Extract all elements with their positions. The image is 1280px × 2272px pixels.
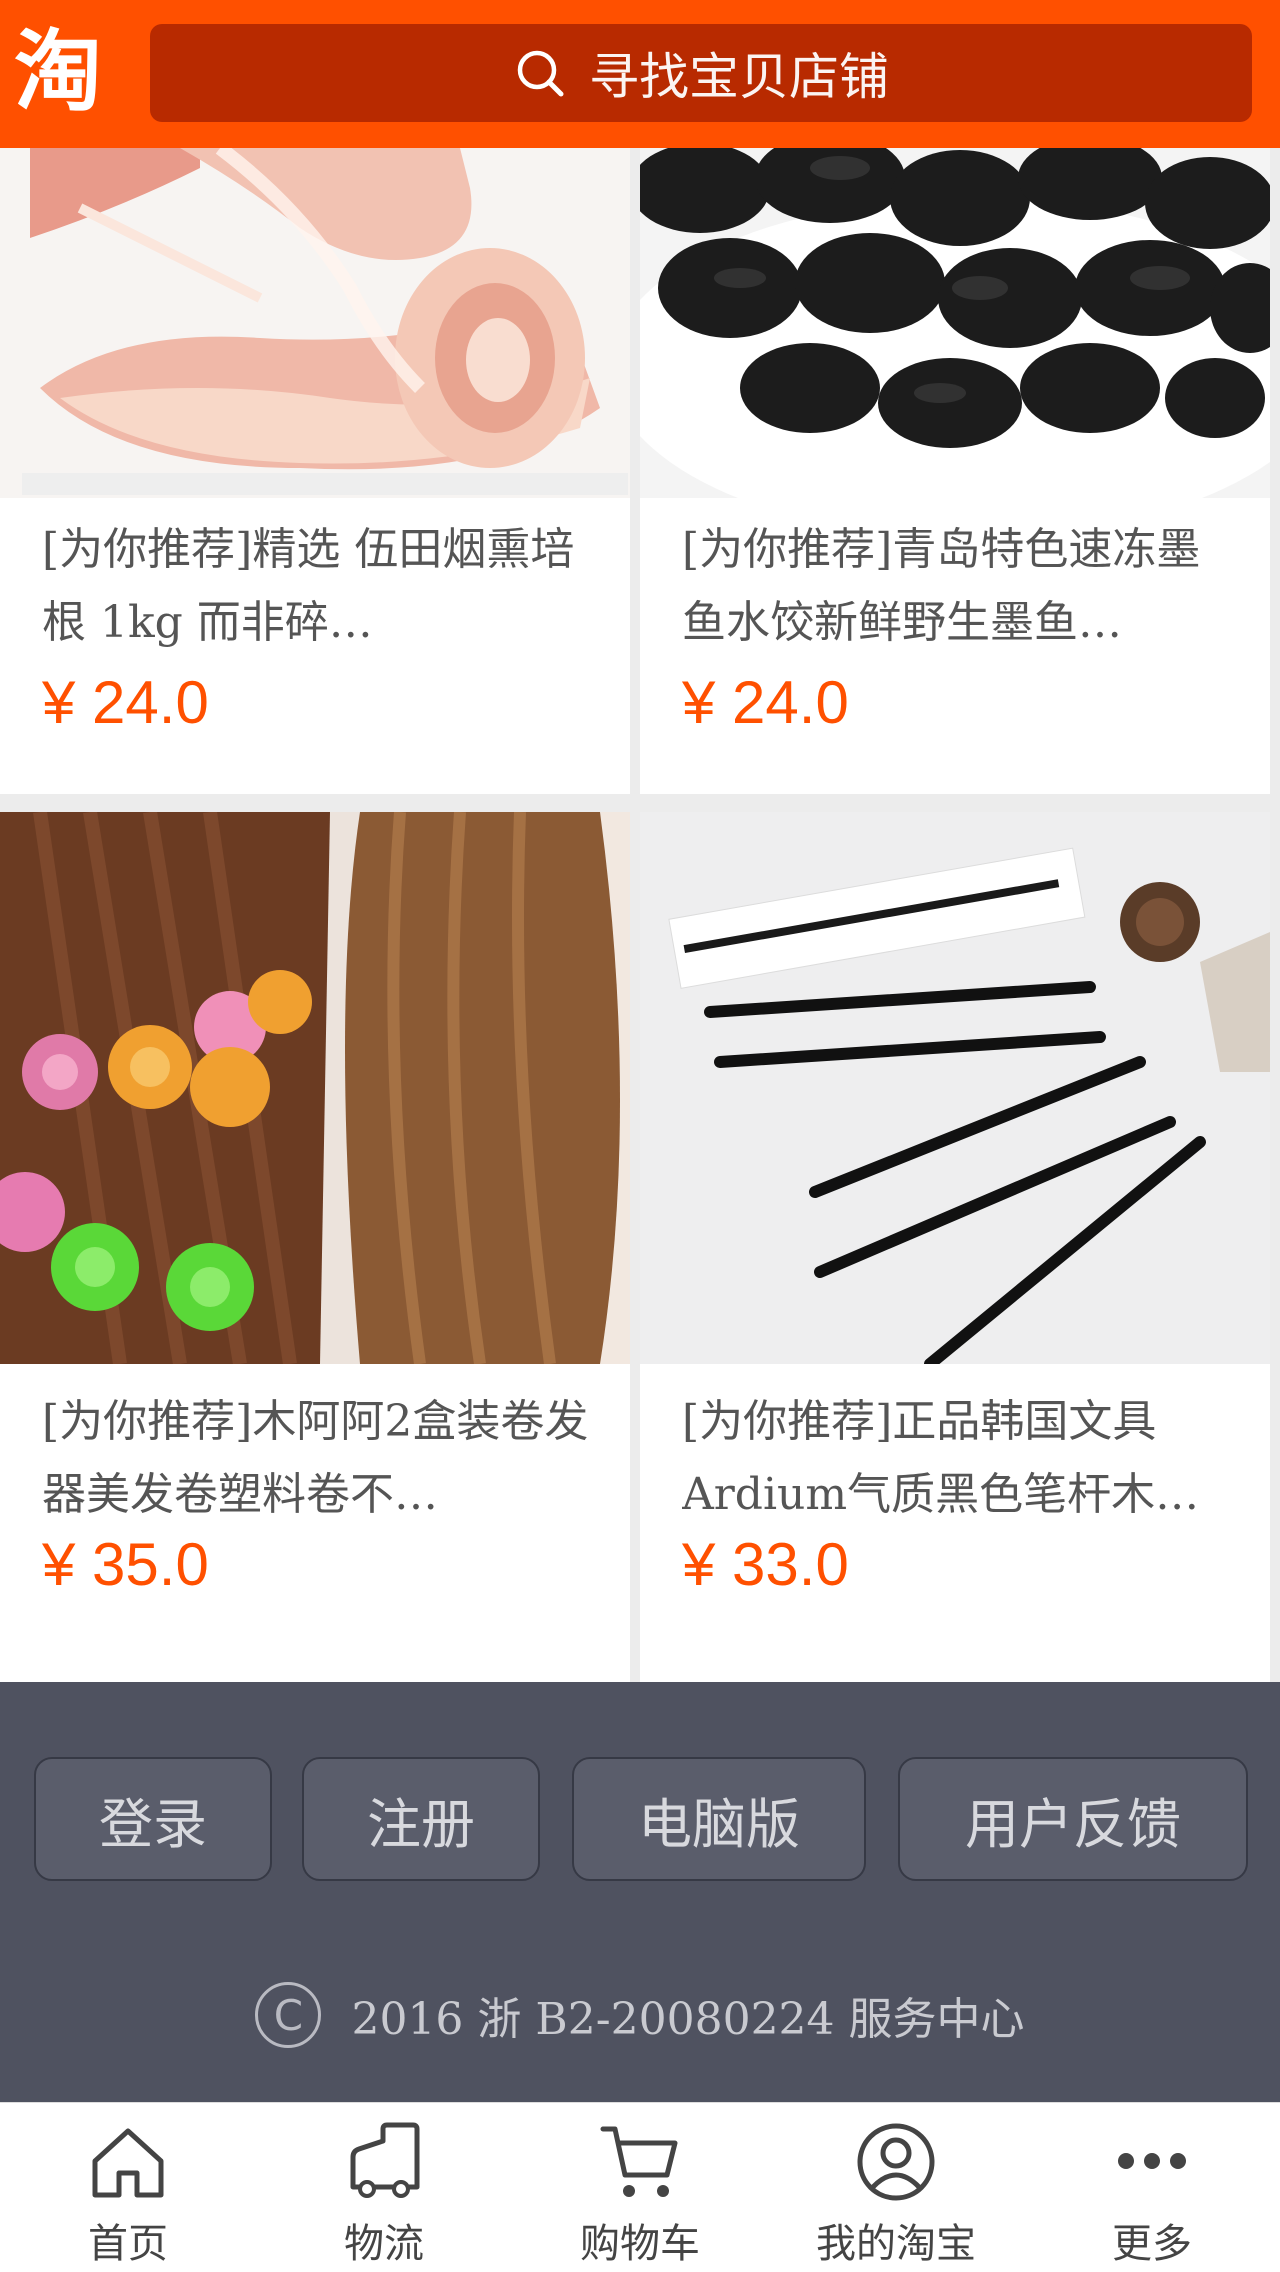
product-card[interactable]: [为你推荐]正品韩国文具Ardium气质黑色笔杆木… ¥ 33.0 <box>640 812 1270 1812</box>
user-icon <box>857 2123 935 2201</box>
copyright-icon: C <box>255 1982 322 2048</box>
black-pencils-photo <box>640 812 1270 1364</box>
search-placeholder: 寻找宝贝店铺 <box>589 48 889 106</box>
tab-my-taobao[interactable]: 我的淘宝 <box>806 2121 986 2271</box>
tab-cart-label: 购物车 <box>580 2221 700 2267</box>
product-image[interactable] <box>640 812 1270 1364</box>
tab-more-label: 更多 <box>1112 2221 1192 2267</box>
desktop-version-button[interactable]: 电脑版 <box>572 1757 866 1881</box>
product-title[interactable]: [为你推荐]青岛特色速冻墨鱼水饺新鲜野生墨鱼… <box>682 513 1242 659</box>
bottom-tab-bar: 首页 物流 购物车 我的淘宝 更多 <box>0 2102 1280 2272</box>
copyright-text: 2016 浙 B2-20080224 服务中心 <box>351 1994 1025 2045</box>
tab-logistics[interactable]: 物流 <box>294 2121 474 2271</box>
bacon-photo <box>0 148 630 498</box>
product-image[interactable] <box>0 148 630 498</box>
tab-more[interactable]: 更多 <box>1062 2121 1242 2271</box>
tab-logistics-label: 物流 <box>344 2221 424 2267</box>
product-card[interactable]: [为你推荐]青岛特色速冻墨鱼水饺新鲜野生墨鱼… ¥ 24.0 <box>640 148 1270 794</box>
page-footer: 登录 注册 电脑版 用户反馈 C 2016 浙 B2-20080224 服务中心 <box>0 1682 1280 2102</box>
tab-home-label: 首页 <box>88 2221 168 2267</box>
home-icon <box>92 2128 164 2198</box>
product-price: ¥ 24.0 <box>682 669 849 736</box>
taobao-logo[interactable]: 淘 <box>14 22 132 122</box>
product-card[interactable]: [为你推荐]精选 伍田烟熏培根 1kg 而非碎… ¥ 24.0 <box>0 148 630 794</box>
copyright-line: C 2016 浙 B2-20080224 服务中心 <box>0 1982 1280 2048</box>
product-price: ¥ 24.0 <box>42 669 209 736</box>
product-title[interactable]: [为你推荐]木阿阿2盒装卷发器美发卷塑料卷不… <box>42 1385 602 1531</box>
login-button[interactable]: 登录 <box>34 1757 272 1881</box>
squid-ink-dumplings-photo <box>640 148 1270 498</box>
tab-cart[interactable]: 购物车 <box>550 2121 730 2271</box>
cart-icon <box>600 2126 678 2197</box>
more-icon <box>1118 2153 1186 2169</box>
truck-icon <box>350 2122 420 2198</box>
hair-curlers-photo <box>0 812 630 1364</box>
tab-home[interactable]: 首页 <box>38 2121 218 2271</box>
search-bar[interactable]: 寻找宝贝店铺 <box>150 24 1252 122</box>
top-header: 淘 寻找宝贝店铺 <box>0 0 1280 148</box>
register-button[interactable]: 注册 <box>302 1757 540 1881</box>
search-icon <box>517 50 564 97</box>
product-image[interactable] <box>0 812 630 1364</box>
product-card[interactable]: [为你推荐]木阿阿2盒装卷发器美发卷塑料卷不… ¥ 35.0 <box>0 812 630 1812</box>
feedback-button[interactable]: 用户反馈 <box>898 1757 1248 1881</box>
tab-my-taobao-label: 我的淘宝 <box>816 2221 976 2267</box>
product-title[interactable]: [为你推荐]正品韩国文具Ardium气质黑色笔杆木… <box>682 1385 1242 1531</box>
product-price: ¥ 33.0 <box>682 1531 849 1598</box>
product-image[interactable] <box>640 148 1270 498</box>
product-title[interactable]: [为你推荐]精选 伍田烟熏培根 1kg 而非碎… <box>42 513 602 659</box>
product-price: ¥ 35.0 <box>42 1531 209 1598</box>
